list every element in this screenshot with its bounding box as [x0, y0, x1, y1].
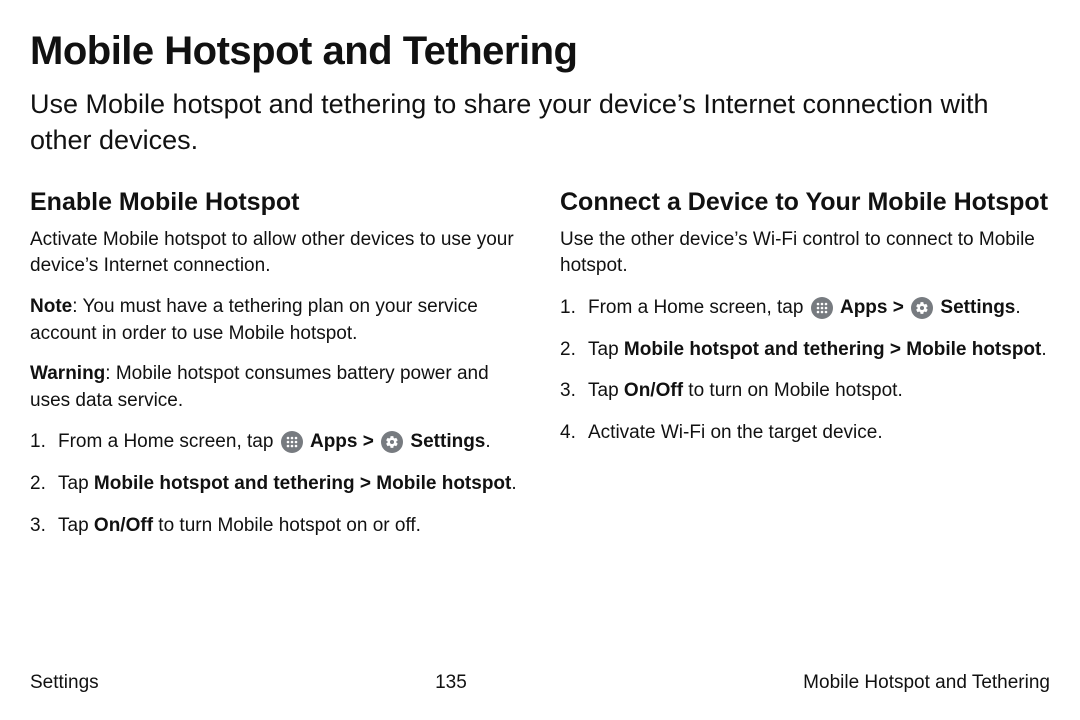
- separator: >: [893, 297, 909, 318]
- step-text: to turn on Mobile hotspot.: [683, 380, 903, 401]
- footer-left: Settings: [30, 672, 99, 694]
- step-text: Tap: [588, 380, 624, 401]
- step-text: Activate Wi-Fi on the target device.: [588, 422, 883, 443]
- manual-page: Mobile Hotspot and Tethering Use Mobile …: [30, 30, 1050, 720]
- separator: >: [363, 431, 379, 452]
- left-warning: Warning: Mobile hotspot consumes battery…: [30, 361, 520, 414]
- step-bold: Mobile hotspot and tethering > Mobile ho…: [624, 339, 1041, 360]
- apps-icon: [811, 297, 833, 319]
- right-column: Connect a Device to Your Mobile Hotspot …: [560, 187, 1050, 553]
- left-heading: Enable Mobile Hotspot: [30, 187, 520, 217]
- apps-label: Apps: [840, 297, 888, 318]
- apps-label: Apps: [310, 431, 358, 452]
- step-text: .: [511, 473, 516, 494]
- step-text: From a Home screen, tap: [58, 431, 279, 452]
- settings-icon: [381, 431, 403, 453]
- settings-label: Settings: [940, 297, 1015, 318]
- footer-page-number: 135: [435, 672, 467, 694]
- step-text: .: [485, 431, 490, 452]
- right-description: Use the other device’s Wi-Fi control to …: [560, 227, 1050, 280]
- left-column: Enable Mobile Hotspot Activate Mobile ho…: [30, 187, 520, 553]
- step-text: .: [1041, 339, 1046, 360]
- page-title: Mobile Hotspot and Tethering: [30, 30, 1050, 72]
- left-note: Note: You must have a tethering plan on …: [30, 294, 520, 347]
- left-step-3: Tap On/Off to turn Mobile hotspot on or …: [30, 512, 520, 540]
- apps-icon: [281, 431, 303, 453]
- step-text: Tap: [58, 515, 94, 536]
- right-heading: Connect a Device to Your Mobile Hotspot: [560, 187, 1050, 217]
- step-text: From a Home screen, tap: [588, 297, 809, 318]
- page-intro: Use Mobile hotspot and tethering to shar…: [30, 86, 1050, 159]
- note-text: : You must have a tethering plan on your…: [30, 296, 478, 344]
- step-text: Tap: [588, 339, 624, 360]
- left-description: Activate Mobile hotspot to allow other d…: [30, 227, 520, 280]
- right-step-3: Tap On/Off to turn on Mobile hotspot.: [560, 377, 1050, 405]
- left-step-1: From a Home screen, tap Apps > Settings.: [30, 428, 520, 456]
- settings-icon: [911, 297, 933, 319]
- step-text: to turn Mobile hotspot on or off.: [153, 515, 421, 536]
- step-text: Tap: [58, 473, 94, 494]
- left-step-2: Tap Mobile hotspot and tethering > Mobil…: [30, 470, 520, 498]
- step-bold: On/Off: [94, 515, 153, 536]
- page-footer: Settings 135 Mobile Hotspot and Tetherin…: [30, 672, 1050, 694]
- step-bold: Mobile hotspot and tethering > Mobile ho…: [94, 473, 511, 494]
- right-steps: From a Home screen, tap Apps > Settings.…: [560, 294, 1050, 446]
- settings-label: Settings: [410, 431, 485, 452]
- right-step-1: From a Home screen, tap Apps > Settings.: [560, 294, 1050, 322]
- right-step-2: Tap Mobile hotspot and tethering > Mobil…: [560, 336, 1050, 364]
- warning-label: Warning: [30, 363, 105, 384]
- step-bold: On/Off: [624, 380, 683, 401]
- note-label: Note: [30, 296, 72, 317]
- step-text: .: [1015, 297, 1020, 318]
- right-step-4: Activate Wi-Fi on the target device.: [560, 419, 1050, 447]
- left-steps: From a Home screen, tap Apps > Settings.…: [30, 428, 520, 539]
- two-column-layout: Enable Mobile Hotspot Activate Mobile ho…: [30, 187, 1050, 553]
- footer-right: Mobile Hotspot and Tethering: [803, 672, 1050, 694]
